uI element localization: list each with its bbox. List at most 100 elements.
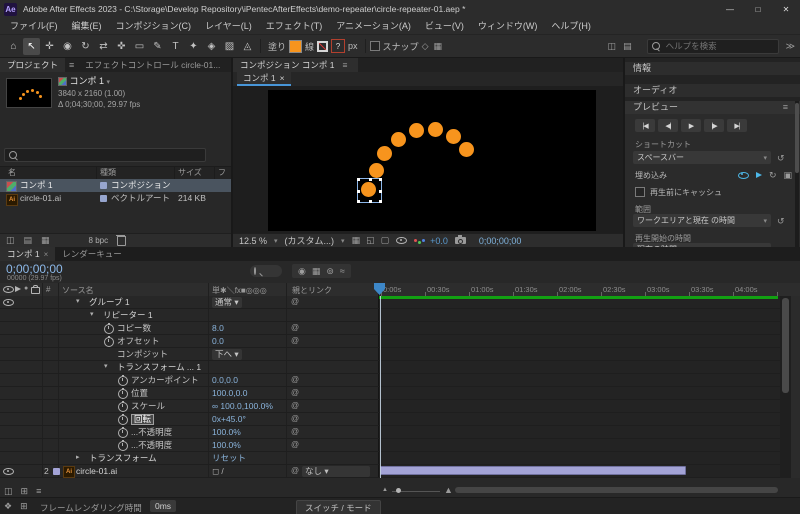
tab-render-queue[interactable]: レンダーキュー (55, 247, 129, 261)
parent-pickwhip-icon[interactable]: @ (291, 413, 299, 425)
composition-name[interactable]: コンポ 1 (70, 76, 105, 86)
switches-column[interactable]: 単✱＼fx■◎◎◎ (212, 285, 267, 296)
timeline-property-row[interactable]: 位置 100.0,0.0 @ (0, 387, 780, 400)
reset-link[interactable]: リセット (212, 452, 246, 464)
video-toggle-icon[interactable] (3, 468, 14, 475)
source-name-column[interactable]: ソース名 (62, 285, 94, 296)
snap-checkbox[interactable] (370, 41, 380, 51)
layer-switches[interactable]: ◻ / (212, 465, 224, 477)
stopwatch-icon[interactable] (118, 441, 128, 451)
puppet-pin-tool-icon[interactable]: ◬ (239, 38, 256, 55)
fill-color-swatch[interactable] (289, 40, 302, 53)
zoom-in-icon[interactable]: ▲ (444, 485, 453, 495)
shape-circle[interactable] (446, 129, 461, 144)
home-tool-icon[interactable]: ⌂ (5, 38, 22, 55)
timeline-property-row[interactable]: ...不透明度 100.0% @ (0, 426, 780, 439)
property-value[interactable]: 100.0,0.0 (212, 387, 247, 399)
property-label[interactable]: ...不透明度 (131, 439, 172, 451)
selection-handle[interactable] (369, 178, 372, 181)
type-tool-icon[interactable]: T (167, 38, 184, 55)
twirl-icon[interactable]: ▸ (76, 452, 80, 464)
mask-eye-icon[interactable] (396, 237, 407, 244)
zoom-out-icon[interactable]: ▲ (382, 487, 388, 493)
shy-layers-icon[interactable]: ⊚ (326, 266, 334, 277)
timeline-property-row[interactable]: ▸ トランスフォーム リセット (0, 452, 780, 465)
status-flow-icon[interactable]: ❖ (4, 501, 12, 512)
parent-pickwhip-icon[interactable]: @ (291, 400, 299, 412)
shape-circle[interactable] (459, 142, 474, 157)
panel-menu-icon[interactable]: ≡ (342, 60, 347, 70)
property-label[interactable]: グループ 1 (89, 296, 130, 308)
reset-icon[interactable]: ↺ (777, 216, 785, 227)
snap-grid-icon[interactable]: ▦ (433, 41, 442, 52)
info-panel-header[interactable]: 情報 (625, 62, 800, 75)
status-grid-icon[interactable]: ⊞ (20, 501, 28, 512)
zoom-slider-thumb[interactable] (396, 488, 401, 493)
timeline-search-field[interactable] (250, 265, 282, 277)
parent-pickwhip-icon[interactable]: @ (291, 426, 299, 438)
color-depth-button[interactable]: 8 bpc (89, 236, 109, 245)
parent-pickwhip-icon[interactable]: @ (291, 335, 299, 347)
close-tab-icon[interactable]: × (44, 250, 49, 259)
property-value[interactable]: 100.0% (212, 426, 241, 438)
range-icon[interactable]: ▣ (783, 170, 792, 181)
twirl-icon[interactable]: ▾ (90, 309, 94, 321)
tab-effect-controls[interactable]: エフェクトコントロール circle-01... (78, 58, 227, 72)
timeline-layer-row[interactable]: 2Aicircle-01.ai◻ /@なし ▾ (0, 465, 780, 478)
layer-source-name[interactable]: circle-01.ai (76, 465, 117, 477)
range-dropdown[interactable]: ワークエリアと現在 の時間▾ (633, 214, 771, 227)
property-label[interactable]: スケール (131, 400, 165, 412)
property-label[interactable]: コピー数 (117, 322, 151, 334)
column-size[interactable]: サイズ (178, 167, 202, 178)
clone-stamp-tool-icon[interactable]: ◈ (203, 38, 220, 55)
rotation-tool-icon[interactable]: ✜ (113, 38, 130, 55)
viewer-timecode[interactable]: 0;00;00;00 (479, 236, 522, 246)
cache-before-playback-checkbox[interactable] (635, 187, 645, 197)
region-of-interest-icon[interactable]: ◱ (366, 235, 375, 246)
new-composition-icon[interactable]: ▦ (41, 235, 50, 246)
menu-item-8[interactable]: ヘルプ(H) (544, 18, 598, 34)
stopwatch-icon[interactable] (118, 428, 128, 438)
property-label[interactable]: ...不透明度 (131, 426, 172, 438)
selection-handle[interactable] (357, 200, 360, 203)
timeline-property-row[interactable]: ▾トランスフォーム ... 1 (0, 361, 780, 374)
property-label[interactable]: 位置 (131, 387, 148, 399)
parent-pickwhip-icon[interactable]: @ (291, 322, 299, 334)
property-label[interactable]: 回転 (131, 414, 154, 425)
chevron-down-icon[interactable]: ▾ (107, 79, 111, 86)
scrollbar[interactable] (795, 101, 799, 247)
new-folder-icon[interactable]: ▤ (24, 235, 33, 246)
time-ruler[interactable]: 0:00s00:30s01:00s01:30s02:00s02:30s03:00… (378, 283, 779, 297)
column-type[interactable]: 種類 (100, 167, 116, 178)
graph-editor-icon[interactable]: ≈ (340, 266, 345, 276)
selection-handle[interactable] (379, 178, 382, 181)
panels-icon[interactable]: ▤ (623, 41, 632, 52)
stopwatch-icon[interactable] (118, 389, 128, 399)
horizontal-scrollbar[interactable] (455, 487, 778, 493)
collapse-icon[interactable]: ⊞ (21, 486, 29, 497)
mask-visibility-icon[interactable]: ▢ (381, 235, 390, 246)
layer-duration-bar[interactable] (380, 466, 686, 475)
property-value[interactable]: ∞ 100.0,100.0% (212, 400, 273, 412)
timeline-property-row[interactable]: ▾リピーター 1 (0, 309, 780, 322)
loop-icon[interactable]: ↻ (769, 170, 777, 181)
twirl-icon[interactable]: ▾ (76, 296, 80, 308)
exposure-value[interactable]: +0.0 (430, 236, 448, 246)
last-frame-button[interactable]: ▶| (727, 119, 747, 132)
comp-flowchart-icon[interactable]: ◉ (298, 266, 306, 277)
project-search-field[interactable] (4, 148, 206, 162)
parent-pickwhip-icon[interactable]: @ (291, 387, 299, 399)
brush-tool-icon[interactable]: ✦ (185, 38, 202, 55)
channels-icon[interactable] (414, 239, 417, 242)
play-button[interactable]: ▶ (681, 119, 701, 132)
property-label[interactable]: トランスフォーム (89, 452, 157, 464)
parent-pickwhip-icon[interactable]: @ (291, 296, 299, 308)
reset-icon[interactable]: ↺ (777, 153, 785, 164)
switches-modes-button[interactable]: スイッチ / モード (296, 500, 381, 514)
timeline-property-row[interactable]: アンカーポイント0.0,0.0@ (0, 374, 780, 387)
shortcut-dropdown[interactable]: スペースバー▾ (633, 151, 771, 164)
audio-panel-header[interactable]: オーディオ (625, 84, 800, 97)
project-item-row[interactable]: Aicircle-01.aiベクトルアート214 KB (0, 192, 231, 205)
parent-pickwhip-icon[interactable]: @ (291, 465, 299, 477)
help-search-input[interactable] (664, 40, 768, 52)
